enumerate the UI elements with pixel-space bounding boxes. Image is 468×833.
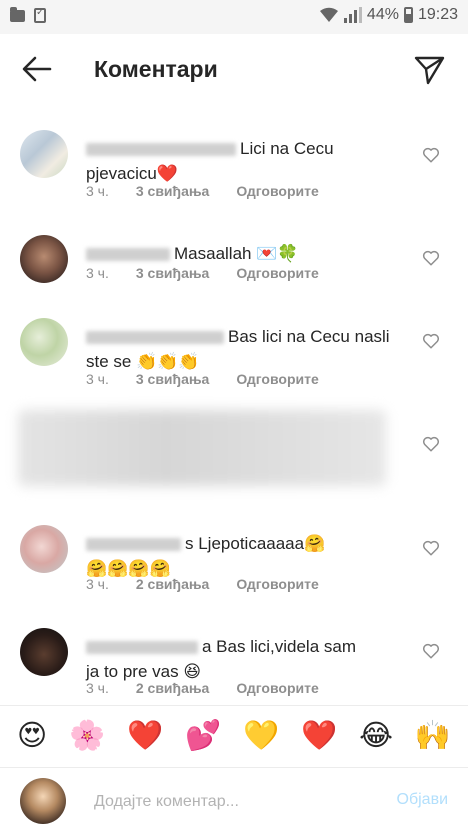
comment-time: 3 ч.: [86, 183, 109, 199]
heart-icon[interactable]: [422, 249, 440, 267]
likes-count[interactable]: 3 свиђања: [136, 265, 210, 281]
battery-percent: 44%: [366, 6, 399, 23]
comment-text: a Bas lici,videla sam ja to pre vas 😆: [86, 637, 357, 681]
reply-button[interactable]: Одговорите: [236, 265, 318, 281]
comment-meta: 3 ч. 3 свиђања Одговорите: [86, 183, 319, 199]
likes-count[interactable]: 2 свиђања: [136, 576, 210, 592]
emoji-yellow-heart[interactable]: 💛: [243, 722, 279, 751]
reply-button[interactable]: Одговорите: [236, 576, 318, 592]
header: Коментари: [0, 34, 468, 106]
comment-text: Bas lici na Cecu nasli ste se 👏👏👏: [86, 327, 390, 371]
back-arrow-icon[interactable]: [20, 52, 54, 86]
comment-composer: Објави: [0, 767, 468, 833]
comment-text: Masaallah 💌🍀: [86, 241, 406, 266]
blurred-username[interactable]: [86, 248, 170, 262]
comment-text: Lici na Cecu pjevacicu❤️: [86, 139, 334, 183]
status-right: 44% 19:23: [319, 6, 458, 24]
status-bar: 44% 19:23: [0, 0, 468, 34]
emoji-quick-bar: 😍 🌸 ❤️ 💕 💛 ❤️ 😂 🙌: [0, 705, 468, 767]
avatar[interactable]: [20, 525, 68, 573]
emoji-heart-eyes[interactable]: 😍: [17, 722, 47, 751]
blurred-comment: [18, 410, 386, 486]
comment-item-blurred: [0, 410, 468, 490]
wifi-icon: [319, 7, 338, 23]
heart-icon[interactable]: [422, 642, 440, 660]
avatar[interactable]: [20, 130, 68, 178]
avatar[interactable]: [20, 235, 68, 283]
clock: 19:23: [417, 6, 458, 23]
likes-count[interactable]: 3 свиђања: [136, 371, 210, 387]
comment-meta: 3 ч. 3 свиђања Одговорите: [86, 371, 319, 387]
reply-button[interactable]: Одговорите: [236, 680, 318, 696]
comment-time: 3 ч.: [86, 576, 109, 592]
emoji-raising-hands[interactable]: 🙌: [415, 722, 451, 751]
blurred-username[interactable]: [86, 641, 198, 655]
emoji-tears-of-joy[interactable]: 😂: [359, 722, 393, 751]
comment-text: s Ljepoticaaaaa🤗 🤗🤗🤗🤗: [86, 534, 326, 578]
folder-icon: [10, 7, 25, 22]
likes-count[interactable]: 3 свиђања: [136, 183, 210, 199]
avatar[interactable]: [20, 318, 68, 366]
comment-meta: 3 ч. 2 свиђања Одговорите: [86, 680, 319, 696]
clipboard-check-icon: [34, 7, 46, 23]
blurred-username[interactable]: [86, 538, 181, 552]
blurred-username[interactable]: [86, 331, 224, 345]
reply-button[interactable]: Одговорите: [236, 371, 318, 387]
comment-time: 3 ч.: [86, 680, 109, 696]
heart-icon[interactable]: [422, 539, 440, 557]
heart-icon[interactable]: [422, 435, 440, 453]
battery-icon: [403, 7, 413, 23]
heart-icon[interactable]: [422, 146, 440, 164]
blurred-username[interactable]: [86, 143, 236, 157]
comment-input[interactable]: [92, 788, 376, 816]
page-title: Коментари: [94, 56, 218, 82]
reply-button[interactable]: Одговорите: [236, 183, 318, 199]
emoji-two-hearts[interactable]: 💕: [185, 722, 221, 751]
heart-icon[interactable]: [422, 332, 440, 350]
comment-time: 3 ч.: [86, 371, 109, 387]
comment-meta: 3 ч. 3 свиђања Одговорите: [86, 265, 319, 281]
my-avatar: [20, 778, 66, 824]
likes-count[interactable]: 2 свиђања: [136, 680, 210, 696]
emoji-red-heart-2[interactable]: ❤️: [301, 722, 337, 751]
notification-icons: [10, 7, 46, 23]
emoji-red-heart[interactable]: ❤️: [127, 722, 163, 751]
post-button[interactable]: Објави: [397, 791, 449, 809]
emoji-cherry-blossom[interactable]: 🌸: [69, 722, 105, 751]
comment-meta: 3 ч. 2 свиђања Одговорите: [86, 576, 319, 592]
comment-time: 3 ч.: [86, 265, 109, 281]
direct-send-icon[interactable]: [412, 52, 446, 86]
signal-icon: [343, 7, 362, 23]
avatar[interactable]: [20, 628, 68, 676]
